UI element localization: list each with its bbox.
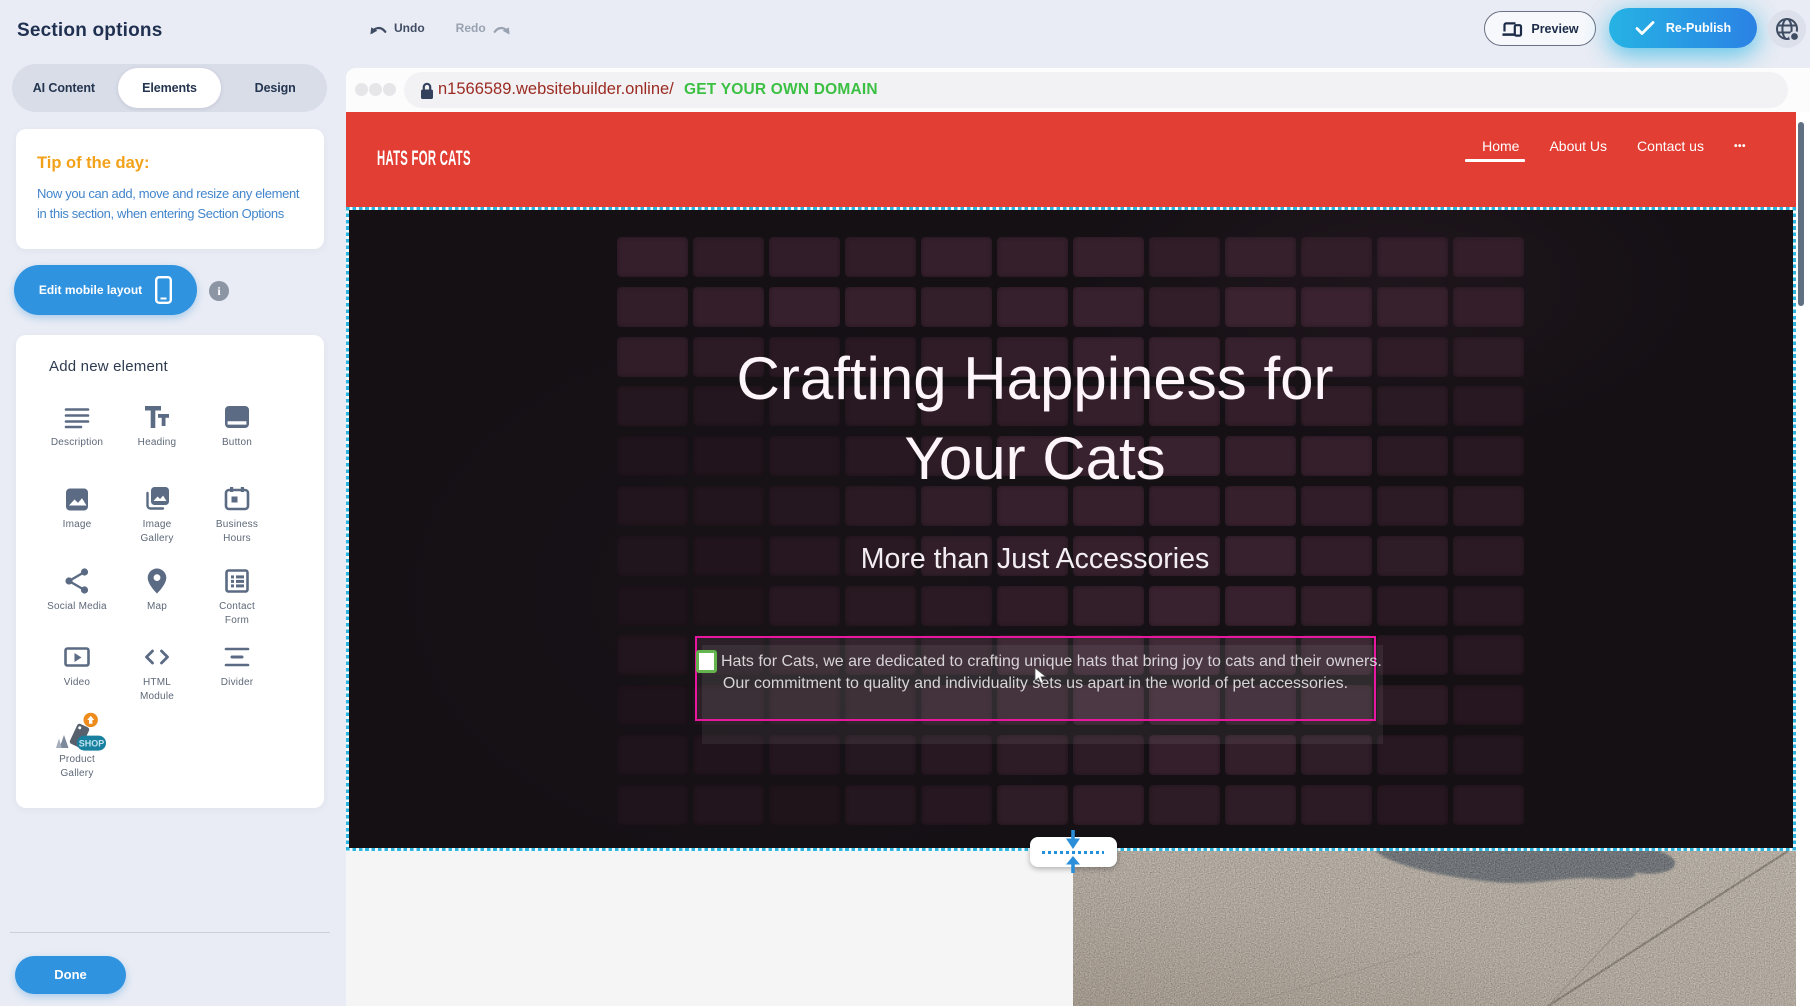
svg-text:SHOP: SHOP xyxy=(79,739,105,749)
